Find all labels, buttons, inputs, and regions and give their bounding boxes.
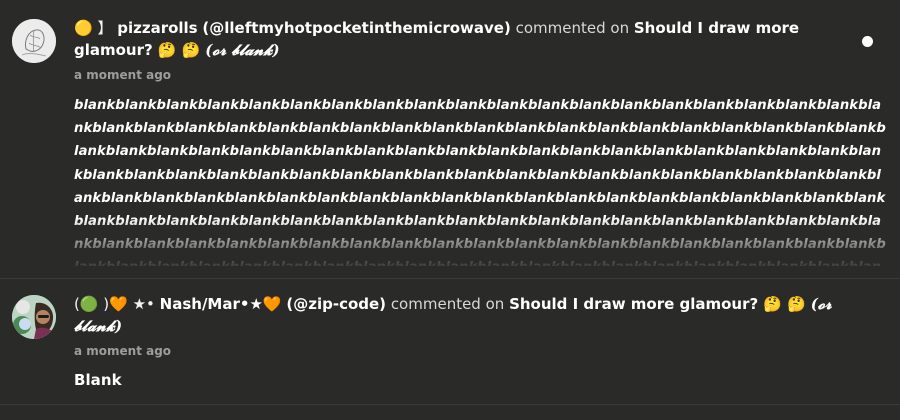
sketch-avatar-icon (12, 19, 56, 63)
notification-feed: 🟡 】 pizzarolls (@lleftmyhotpocketinthemi… (0, 0, 900, 420)
action-text: commented on (515, 19, 630, 37)
notification-header: 🟡 】 pizzarolls (@lleftmyhotpocketinthemi… (74, 17, 854, 61)
divider (0, 404, 900, 405)
username-link[interactable]: pizzarolls (117, 19, 197, 37)
comment-body[interactable]: Blank (74, 370, 886, 390)
timestamp: a moment ago (74, 68, 172, 82)
unread-indicator[interactable] (862, 36, 873, 47)
post-title-fancy[interactable]: (𝓸𝓻 𝓫𝓵𝓪𝓷𝓴) (205, 41, 279, 59)
timestamp: a moment ago (74, 344, 172, 358)
notification-header: (🟢 )🧡 ★• Nash/Mar•★🧡 (@zip-code) comment… (74, 293, 854, 337)
username-link[interactable]: Nash/Mar•★🧡 (160, 295, 282, 313)
user-handle[interactable]: (@lleftmyhotpocketinthemicrowave) (202, 19, 510, 37)
user-prefix: 🟡 】 (74, 19, 113, 37)
user-handle[interactable]: (@zip-code) (286, 295, 386, 313)
cartoon-avatar-icon (12, 295, 56, 339)
post-title-link[interactable]: Should I draw more glamour? 🤔 🤔 (509, 295, 806, 313)
avatar[interactable] (12, 295, 56, 339)
user-prefix: (🟢 )🧡 ★• (74, 295, 155, 313)
action-text: commented on (390, 295, 505, 313)
notification-item[interactable]: 🟡 】 pizzarolls (@lleftmyhotpocketinthemi… (0, 0, 900, 278)
comment-body[interactable]: blankblankblankblankblankblankblankblank… (74, 94, 886, 266)
avatar[interactable] (12, 19, 56, 63)
